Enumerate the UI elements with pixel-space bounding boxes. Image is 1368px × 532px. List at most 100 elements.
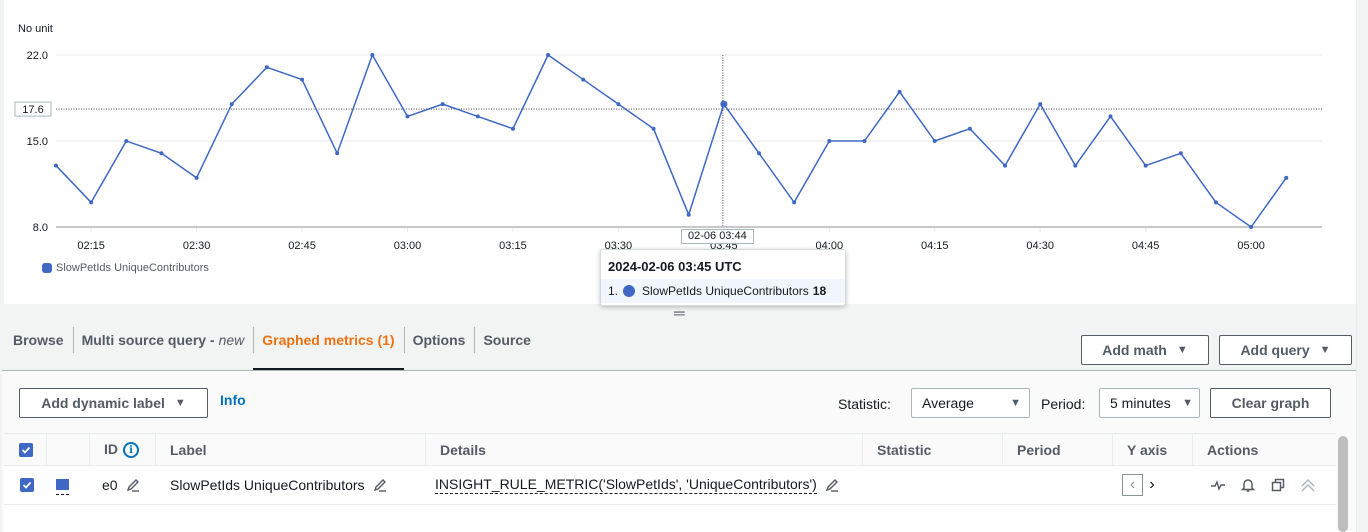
period-select[interactable]: 5 minutes ▼ <box>1099 388 1200 418</box>
legend-label: SlowPetIds UniqueContributors <box>56 262 209 274</box>
graphed-metrics-table: ID i Label Details Statistic Period Y ax… <box>4 433 1336 532</box>
x-tick-label: 02:45 <box>288 240 316 252</box>
data-point <box>54 163 58 168</box>
tab-source[interactable]: Source <box>474 322 539 358</box>
chart-tooltip: 2024-02-06 03:45 UTC 1. SlowPetIds Uniqu… <box>600 249 846 306</box>
tab-browse[interactable]: Browse <box>4 322 73 358</box>
x-tick-label: 05:00 <box>1237 240 1265 252</box>
data-point <box>862 139 867 143</box>
data-point <box>1038 102 1043 107</box>
checkmark-icon <box>22 481 32 489</box>
data-point <box>757 151 761 156</box>
y-tick-label: 22.0 <box>27 50 48 62</box>
pencil-icon[interactable] <box>373 478 387 492</box>
chart-legend[interactable]: SlowPetIds UniqueContributors <box>42 262 209 274</box>
statistic-value: Average <box>922 395 974 411</box>
add-query-label: Add query <box>1240 342 1310 358</box>
pencil-icon[interactable] <box>126 478 140 492</box>
row-id: e0 <box>102 477 118 493</box>
data-point <box>159 151 164 156</box>
tab-graphed-metrics[interactable]: Graphed metrics (1) <box>253 322 404 371</box>
y-axis-left-button[interactable]: ‹ <box>1122 474 1143 496</box>
data-point <box>194 175 199 180</box>
table-scrollbar[interactable] <box>1338 436 1348 532</box>
row-checkbox[interactable] <box>20 478 34 492</box>
data-point <box>1249 225 1254 229</box>
info-link[interactable]: Info <box>220 392 246 408</box>
data-point <box>932 139 937 143</box>
data-point <box>1178 151 1183 156</box>
data-point <box>686 212 691 217</box>
x-tick-label: 04:30 <box>1026 240 1054 252</box>
x-tick-label: 04:45 <box>1132 240 1160 252</box>
period-column-header: Period <box>1002 434 1112 466</box>
data-point <box>1073 163 1078 168</box>
row-actions-cell <box>1210 466 1316 504</box>
id-column-header: ID i <box>89 434 155 466</box>
add-query-button[interactable]: Add query ▼ <box>1219 335 1352 365</box>
data-point <box>405 114 410 119</box>
statistic-select[interactable]: Average ▼ <box>911 388 1030 418</box>
pencil-icon[interactable] <box>825 478 839 492</box>
data-point <box>1108 114 1113 119</box>
data-point <box>229 102 234 107</box>
select-all-checkbox[interactable] <box>19 443 33 457</box>
add-dynamic-label-button[interactable]: Add dynamic label ▼ <box>19 388 208 418</box>
resize-handle-icon[interactable]: ═ <box>674 306 685 321</box>
bell-alarm-icon[interactable] <box>1240 477 1256 493</box>
row-details-cell: INSIGHT_RULE_METRIC('SlowPetIds', 'Uniqu… <box>435 466 839 504</box>
graph-icon[interactable] <box>1210 477 1226 493</box>
data-point <box>335 151 340 156</box>
table-header: ID i Label Details Statistic Period Y ax… <box>4 433 1336 466</box>
tab-options[interactable]: Options <box>403 322 475 358</box>
tooltip-series-name: SlowPetIds UniqueContributors <box>642 284 809 298</box>
tooltip-title: 2024-02-06 03:45 UTC <box>608 259 742 274</box>
data-point <box>792 200 797 205</box>
data-point <box>510 126 515 131</box>
select-all-cell <box>4 434 46 466</box>
tooltip-row: 1. SlowPetIds UniqueContributors 18 <box>601 279 845 303</box>
y-axis-right-button[interactable]: › <box>1145 474 1159 496</box>
tab-label: Options <box>412 332 466 348</box>
x-tick-label: 03:15 <box>499 240 527 252</box>
data-point <box>1213 200 1218 205</box>
data-point <box>1284 175 1289 180</box>
tab-multi-source-query[interactable]: Multi source query - new <box>72 322 254 358</box>
clear-graph-button[interactable]: Clear graph <box>1210 388 1331 418</box>
data-point <box>89 200 94 205</box>
tooltip-series-value: 18 <box>812 284 827 298</box>
data-point <box>827 139 832 143</box>
data-point <box>967 126 972 131</box>
duplicate-icon[interactable] <box>1270 477 1286 493</box>
legend-swatch <box>42 263 52 273</box>
color-column-header <box>46 434 89 466</box>
x-tick-label: 02:30 <box>183 240 211 252</box>
data-point <box>581 77 586 82</box>
add-math-button[interactable]: Add math ▼ <box>1081 335 1209 365</box>
data-point <box>546 53 551 57</box>
tab-label: Source <box>483 332 531 348</box>
chevron-double-up-icon[interactable] <box>1300 477 1316 493</box>
info-circle-icon[interactable]: i <box>123 442 139 458</box>
data-point <box>897 89 902 94</box>
data-point <box>651 126 656 131</box>
x-tick-label: 04:15 <box>921 240 949 252</box>
y-tick-label: 8.0 <box>33 222 48 234</box>
data-point <box>124 139 129 143</box>
table-row: e0 SlowPetIds UniqueContributors INSIGHT… <box>4 466 1336 505</box>
label-column-header: Label <box>155 434 425 466</box>
row-details-expression[interactable]: INSIGHT_RULE_METRIC('SlowPetIds', 'Uniqu… <box>435 476 817 494</box>
details-column-header: Details <box>425 434 862 466</box>
clear-graph-label: Clear graph <box>1231 395 1310 411</box>
row-id-cell: e0 <box>102 466 140 504</box>
data-point <box>1143 163 1148 168</box>
row-y-axis-cell: ‹ › <box>1122 466 1159 504</box>
series-color-swatch[interactable] <box>56 479 69 495</box>
metrics-tabs: Browse Multi source query - new Graphed m… <box>4 322 540 371</box>
period-label: Period: <box>1041 396 1086 412</box>
data-point <box>720 100 728 108</box>
caret-down-icon: ▼ <box>1176 344 1188 356</box>
data-point <box>370 53 375 57</box>
x-tick-label: 02:15 <box>77 240 105 252</box>
caret-down-icon: ▼ <box>174 397 186 409</box>
